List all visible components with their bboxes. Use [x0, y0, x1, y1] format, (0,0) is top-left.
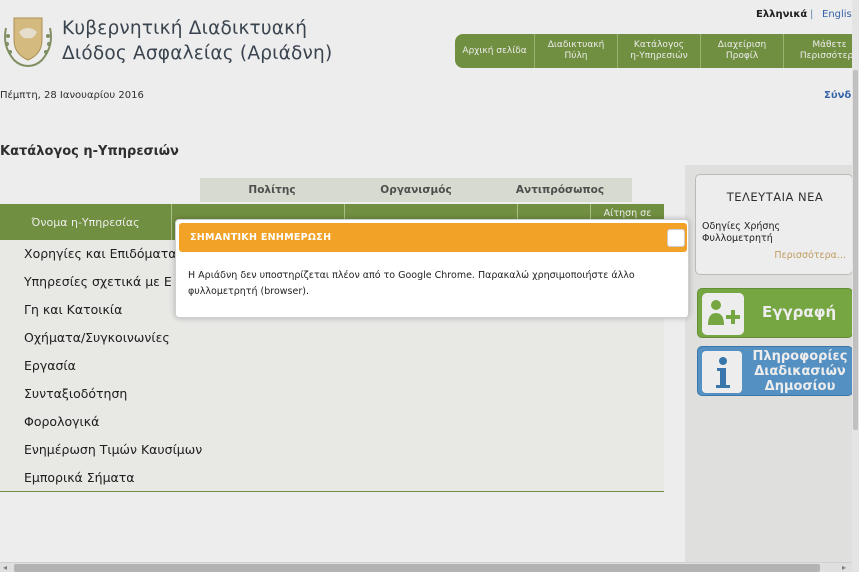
- dialog-close-button[interactable]: [667, 229, 685, 247]
- dialog-message-line1: Η Αριάδνη δεν υποστηρίζεται πλέον από το…: [188, 270, 635, 281]
- dialog-message-line2: φυλλομετρητή (browser).: [188, 286, 309, 297]
- dialog-message: Η Αριάδνη δεν υποστηρίζεται πλέον από το…: [188, 268, 678, 300]
- important-notice-dialog: ΣΗΜΑΝΤΙΚΗ ΕΝΗΜΕΡΩΣΗ Η Αριάδνη δεν υποστη…: [175, 219, 689, 318]
- dialog-header: ΣΗΜΑΝΤΙΚΗ ΕΝΗΜΕΡΩΣΗ: [179, 223, 687, 252]
- dialog-title: ΣΗΜΑΝΤΙΚΗ ΕΝΗΜΕΡΩΣΗ: [190, 232, 332, 243]
- page: Κυβερνητική Διαδικτυακή Διόδος Ασφαλείας…: [0, 0, 859, 572]
